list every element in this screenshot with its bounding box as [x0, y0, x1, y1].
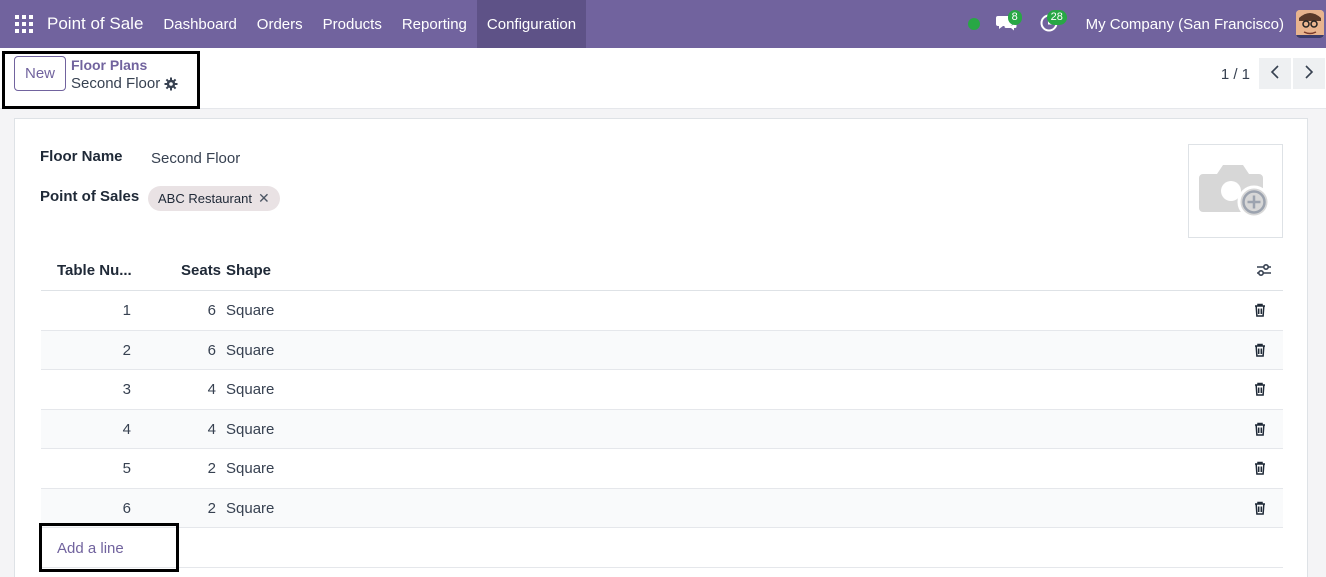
cell-seats[interactable]: 2	[141, 500, 216, 517]
cell-shape[interactable]: Square	[226, 342, 274, 359]
top-navbar: Point of Sale Dashboard Orders Products …	[0, 0, 1326, 48]
trash-icon[interactable]	[1254, 422, 1266, 439]
gear-icon[interactable]	[164, 77, 178, 91]
camera-add-icon	[1198, 158, 1273, 225]
table-row[interactable]: 4 4 Square	[41, 409, 1283, 449]
floor-name-field[interactable]: Second Floor	[151, 150, 240, 167]
online-status-icon	[967, 18, 980, 30]
table-row[interactable]: 1 6 Square	[41, 291, 1283, 331]
add-line-row: Add a line	[39, 523, 1283, 572]
cell-table-number[interactable]: 3	[41, 381, 131, 398]
tables-list: Table Nu... Seats Shape 1 6 Square 2 6 Square…	[39, 251, 1283, 572]
pager-next-button[interactable]	[1293, 58, 1325, 89]
pos-tag: ABC Restaurant ✕	[148, 186, 280, 211]
cell-shape[interactable]: Square	[226, 302, 274, 319]
trash-icon[interactable]	[1254, 382, 1266, 399]
menu-dashboard[interactable]: Dashboard	[153, 0, 246, 48]
messages-count-badge: 8	[1007, 10, 1022, 25]
table-row[interactable]: 3 4 Square	[41, 370, 1283, 410]
point-of-sales-label: Point of Sales	[40, 188, 140, 205]
trash-icon[interactable]	[1254, 343, 1266, 360]
table-row[interactable]: 5 2 Square	[41, 449, 1283, 489]
chevron-left-icon	[1270, 65, 1280, 82]
cell-seats[interactable]: 6	[141, 342, 216, 359]
add-line-button[interactable]: Add a line	[57, 540, 124, 557]
systray: 8 28 My Company (San Francisco)	[967, 0, 1326, 48]
cell-shape[interactable]: Square	[226, 421, 274, 438]
chevron-right-icon	[1304, 65, 1314, 82]
cell-table-number[interactable]: 4	[41, 421, 131, 438]
cell-seats[interactable]: 4	[141, 421, 216, 438]
table-row[interactable]: 2 6 Square	[41, 330, 1283, 370]
cell-shape[interactable]: Square	[226, 460, 274, 477]
cell-shape[interactable]: Square	[226, 500, 274, 517]
table-row[interactable]: 6 2 Square	[41, 488, 1283, 528]
apps-menu-icon[interactable]	[0, 0, 48, 48]
cell-seats[interactable]: 6	[141, 302, 216, 319]
remove-tag-icon[interactable]: ✕	[258, 190, 270, 207]
cell-shape[interactable]: Square	[226, 381, 274, 398]
company-switcher[interactable]: My Company (San Francisco)	[1086, 16, 1284, 33]
cell-table-number[interactable]: 1	[41, 302, 131, 319]
new-button[interactable]: New	[14, 56, 66, 91]
breadcrumb-current: Second Floor	[71, 75, 178, 92]
optional-columns-icon[interactable]	[1256, 263, 1272, 280]
control-panel: New Floor Plans Second Floor 1 / 1	[0, 48, 1326, 109]
trash-icon[interactable]	[1254, 303, 1266, 320]
activities-button[interactable]: 28	[1034, 0, 1067, 48]
floor-name-label: Floor Name	[40, 148, 123, 165]
column-shape[interactable]: Shape	[226, 262, 271, 279]
pager-previous-button[interactable]	[1259, 58, 1291, 89]
cell-seats[interactable]: 4	[141, 381, 216, 398]
app-title[interactable]: Point of Sale	[47, 14, 143, 34]
form-sheet: Floor Name Second Floor Point of Sales A…	[14, 118, 1308, 577]
breadcrumb-floor-plans[interactable]: Floor Plans	[71, 57, 147, 73]
activities-count-badge: 28	[1046, 10, 1067, 25]
messages-button[interactable]: 8	[992, 0, 1022, 48]
user-avatar[interactable]	[1296, 10, 1324, 38]
menu-products[interactable]: Products	[313, 0, 392, 48]
trash-icon[interactable]	[1254, 501, 1266, 518]
cell-table-number[interactable]: 2	[41, 342, 131, 359]
cell-table-number[interactable]: 5	[41, 460, 131, 477]
floor-image-upload[interactable]	[1188, 144, 1283, 238]
breadcrumb-current-label: Second Floor	[71, 75, 161, 92]
table-header: Table Nu... Seats Shape	[41, 251, 1283, 291]
column-table-number[interactable]: Table Nu...	[57, 262, 132, 279]
menu-configuration[interactable]: Configuration	[476, 0, 587, 48]
pager-value[interactable]: 1 / 1	[1221, 66, 1250, 83]
trash-icon[interactable]	[1254, 461, 1266, 478]
menu-reporting[interactable]: Reporting	[392, 0, 477, 48]
menu-orders[interactable]: Orders	[247, 0, 313, 48]
pos-tag-label: ABC Restaurant	[158, 191, 252, 206]
column-seats[interactable]: Seats	[181, 262, 221, 279]
cell-table-number[interactable]: 6	[41, 500, 131, 517]
cell-seats[interactable]: 2	[141, 460, 216, 477]
